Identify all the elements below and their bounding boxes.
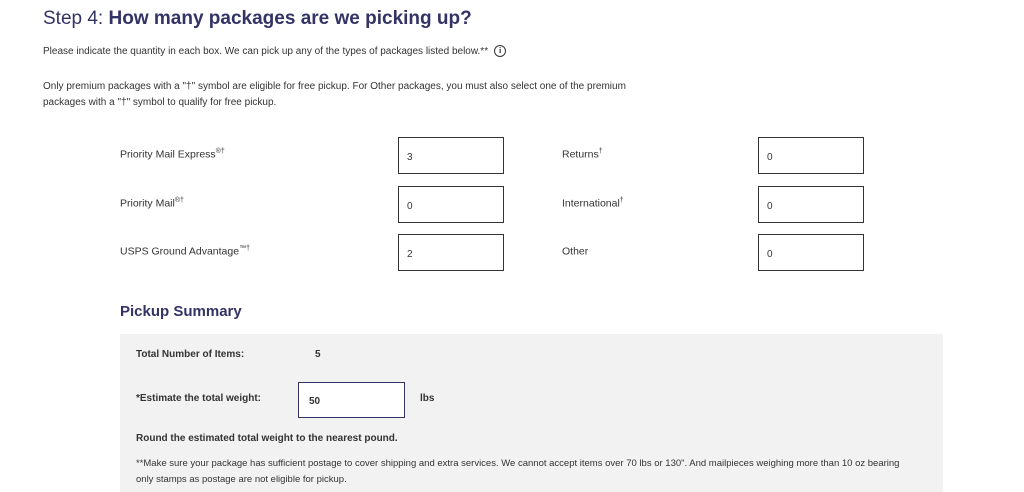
step-number: Step 4: (43, 8, 109, 29)
label-other: Other (562, 245, 589, 258)
pickup-summary-panel: Total Number of Items: 5 *Estimate the t… (120, 334, 943, 492)
step-heading: How many packages are we picking up? (108, 8, 472, 29)
weight-unit: lbs (420, 393, 435, 404)
round-weight-note: Round the estimated total weight to the … (136, 433, 398, 444)
intro-text: Please indicate the quantity in each box… (43, 45, 489, 57)
international-quantity-input[interactable] (758, 186, 864, 223)
label-international: International† (562, 197, 624, 210)
total-items-value: 5 (315, 349, 321, 360)
intro-text-row: Please indicate the quantity in each box… (43, 45, 507, 57)
label-priority-mail-express: Priority Mail Express®† (120, 148, 225, 161)
other-quantity-input[interactable] (758, 234, 864, 271)
returns-quantity-input[interactable] (758, 137, 864, 174)
pickup-summary-title: Pickup Summary (120, 303, 242, 320)
total-items-label: Total Number of Items: (136, 349, 245, 360)
premium-note: Only premium packages with a "†" symbol … (43, 81, 626, 108)
priority-mail-quantity-input[interactable] (398, 186, 504, 223)
total-weight-input[interactable] (298, 382, 405, 418)
weight-label: *Estimate the total weight: (136, 393, 262, 404)
info-icon[interactable]: i (494, 45, 507, 57)
usps-ground-advantage-quantity-input[interactable] (398, 234, 504, 271)
label-usps-ground-advantage: USPS Ground Advantage™† (120, 245, 250, 258)
priority-mail-express-quantity-input[interactable] (398, 137, 504, 174)
page-title: Step 4: How many packages are we picking… (43, 8, 472, 30)
label-returns: Returns† (562, 148, 603, 161)
postage-fine-print: **Make sure your package has sufficient … (136, 458, 900, 485)
label-priority-mail: Priority Mail®† (120, 197, 184, 210)
